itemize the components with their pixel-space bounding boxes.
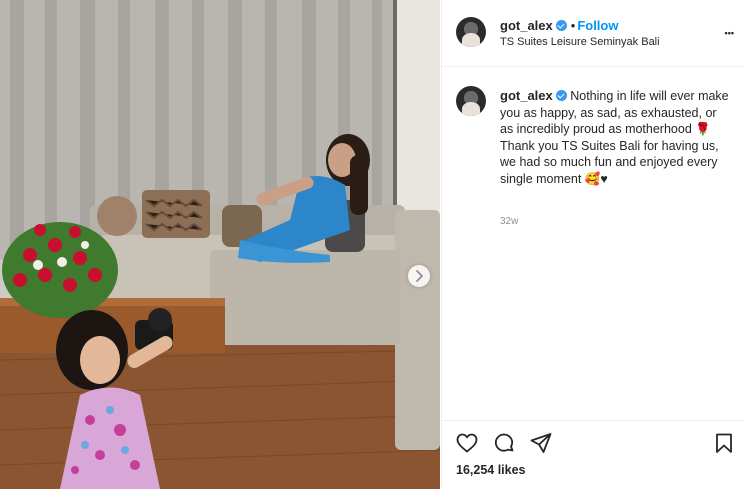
- separator-dot: •: [570, 18, 576, 33]
- paper-plane-icon[interactable]: [529, 431, 553, 455]
- more-options-icon[interactable]: •••: [725, 24, 734, 42]
- heart-icon[interactable]: [455, 431, 479, 455]
- verified-badge-icon: [555, 90, 567, 101]
- bookmark-icon[interactable]: [712, 431, 736, 455]
- likes-count[interactable]: 16,254 likes: [456, 463, 526, 477]
- location-link[interactable]: TS Suites Leisure Seminyak Bali: [500, 36, 660, 48]
- post-photo[interactable]: [0, 0, 440, 489]
- header-user-line: got_alex • Follow: [500, 17, 618, 35]
- post-side-panel: got_alex • Follow TS Suites Leisure Seminy…: [441, 0, 745, 489]
- caption-text: Nothing in life will ever make you as ha…: [500, 89, 729, 186]
- avatar[interactable]: [456, 17, 486, 47]
- photo-illustration: [0, 0, 440, 489]
- caption-username-link[interactable]: got_alex: [500, 88, 553, 103]
- follow-button[interactable]: Follow: [577, 18, 618, 33]
- verified-badge-icon: [555, 20, 567, 31]
- post-time[interactable]: 32w: [500, 216, 518, 227]
- next-photo-button[interactable]: [408, 265, 430, 287]
- caption-avatar[interactable]: [456, 86, 486, 116]
- action-bar: 16,254 likes: [442, 420, 745, 490]
- caption-body: got_alex Nothing in life will ever make …: [500, 88, 730, 187]
- post-header: got_alex • Follow TS Suites Leisure Seminy…: [442, 0, 745, 67]
- chevron-right-icon: [416, 270, 423, 282]
- username-link[interactable]: got_alex: [500, 18, 553, 33]
- comment-icon[interactable]: [492, 431, 516, 455]
